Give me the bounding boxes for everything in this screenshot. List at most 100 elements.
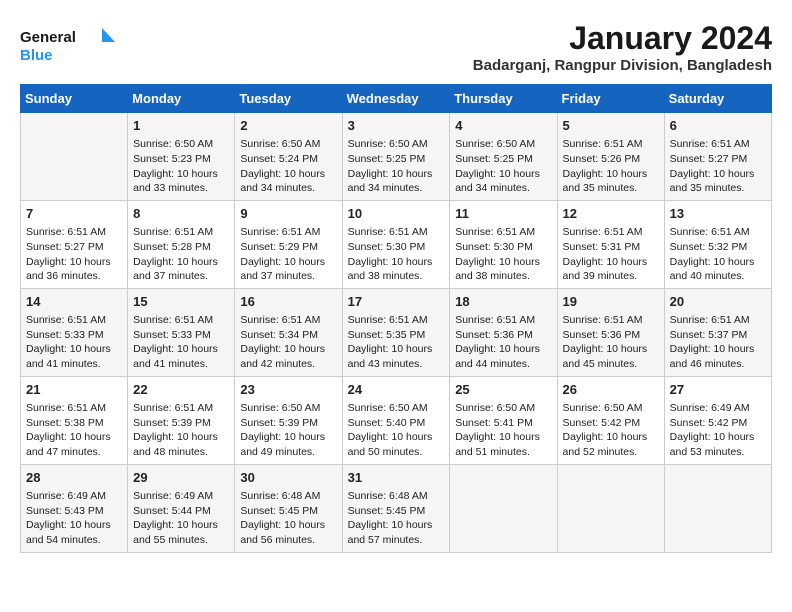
day-number: 30	[240, 469, 336, 487]
day-number: 6	[670, 117, 766, 135]
calendar-cell: 30 Sunrise: 6:48 AM Sunset: 5:45 PM Dayli…	[235, 464, 342, 552]
day-info: Sunrise: 6:51 AM Sunset: 5:39 PM Dayligh…	[133, 401, 229, 460]
day-info: Sunrise: 6:51 AM Sunset: 5:37 PM Dayligh…	[670, 313, 766, 372]
day-number: 1	[133, 117, 229, 135]
day-info: Sunrise: 6:50 AM Sunset: 5:40 PM Dayligh…	[348, 401, 445, 460]
week-row-5: 28 Sunrise: 6:49 AM Sunset: 5:43 PM Dayli…	[21, 464, 772, 552]
calendar-cell: 9 Sunrise: 6:51 AM Sunset: 5:29 PM Daylig…	[235, 200, 342, 288]
calendar-cell: 17Sunrise: 6:51 AM Sunset: 5:35 PM Dayli…	[342, 288, 450, 376]
day-number: 20	[670, 293, 766, 311]
day-number: 14	[26, 293, 122, 311]
day-info: Sunrise: 6:51 AM Sunset: 5:33 PM Dayligh…	[133, 313, 229, 372]
day-info: Sunrise: 6:51 AM Sunset: 5:27 PM Dayligh…	[26, 225, 122, 284]
day-info: Sunrise: 6:50 AM Sunset: 5:25 PM Dayligh…	[348, 137, 445, 196]
calendar-cell: 8 Sunrise: 6:51 AM Sunset: 5:28 PM Daylig…	[128, 200, 235, 288]
day-info: Sunrise: 6:51 AM Sunset: 5:29 PM Dayligh…	[240, 225, 336, 284]
day-number: 24	[348, 381, 445, 399]
weekday-header-saturday: Saturday	[664, 85, 771, 113]
calendar-cell: 19 Sunrise: 6:51 AM Sunset: 5:36 PM Dayli…	[557, 288, 664, 376]
weekday-header-sunday: Sunday	[21, 85, 128, 113]
day-info: Sunrise: 6:50 AM Sunset: 5:42 PM Dayligh…	[563, 401, 659, 460]
month-title: January 2024	[473, 20, 772, 57]
day-info: Sunrise: 6:51 AM Sunset: 5:32 PM Dayligh…	[670, 225, 766, 284]
calendar-cell: 5Sunrise: 6:51 AM Sunset: 5:26 PM Daylig…	[557, 113, 664, 201]
calendar-cell: 10 Sunrise: 6:51 AM Sunset: 5:30 PM Dayli…	[342, 200, 450, 288]
calendar-cell: 31Sunrise: 6:48 AM Sunset: 5:45 PM Dayli…	[342, 464, 450, 552]
weekday-header-friday: Friday	[557, 85, 664, 113]
day-number: 21	[26, 381, 122, 399]
day-info: Sunrise: 6:49 AM Sunset: 5:43 PM Dayligh…	[26, 489, 122, 548]
weekday-header-thursday: Thursday	[450, 85, 557, 113]
calendar-cell: 25 Sunrise: 6:50 AM Sunset: 5:41 PM Dayli…	[450, 376, 557, 464]
day-info: Sunrise: 6:51 AM Sunset: 5:30 PM Dayligh…	[455, 225, 551, 284]
day-info: Sunrise: 6:49 AM Sunset: 5:42 PM Dayligh…	[670, 401, 766, 460]
day-info: Sunrise: 6:50 AM Sunset: 5:39 PM Dayligh…	[240, 401, 336, 460]
day-number: 2	[240, 117, 336, 135]
calendar-cell: 16Sunrise: 6:51 AM Sunset: 5:34 PM Dayli…	[235, 288, 342, 376]
page-header: General Blue January 2024 Badarganj, Ran…	[20, 20, 772, 74]
day-number: 7	[26, 205, 122, 223]
day-info: Sunrise: 6:50 AM Sunset: 5:24 PM Dayligh…	[240, 137, 336, 196]
weekday-header-row: SundayMondayTuesdayWednesdayThursdayFrid…	[21, 85, 772, 113]
calendar-table: SundayMondayTuesdayWednesdayThursdayFrid…	[20, 84, 772, 553]
day-number: 22	[133, 381, 229, 399]
day-info: Sunrise: 6:51 AM Sunset: 5:34 PM Dayligh…	[240, 313, 336, 372]
calendar-cell: 20 Sunrise: 6:51 AM Sunset: 5:37 PM Dayli…	[664, 288, 771, 376]
calendar-cell: 21 Sunrise: 6:51 AM Sunset: 5:38 PM Dayli…	[21, 376, 128, 464]
calendar-cell: 1 Sunrise: 6:50 AM Sunset: 5:23 PM Daylig…	[128, 113, 235, 201]
day-number: 11	[455, 205, 551, 223]
calendar-cell: 29Sunrise: 6:49 AM Sunset: 5:44 PM Dayli…	[128, 464, 235, 552]
day-number: 19	[563, 293, 659, 311]
day-number: 13	[670, 205, 766, 223]
calendar-cell: 22 Sunrise: 6:51 AM Sunset: 5:39 PM Dayli…	[128, 376, 235, 464]
week-row-2: 7 Sunrise: 6:51 AM Sunset: 5:27 PM Daylig…	[21, 200, 772, 288]
day-info: Sunrise: 6:49 AM Sunset: 5:44 PM Dayligh…	[133, 489, 229, 548]
day-info: Sunrise: 6:51 AM Sunset: 5:27 PM Dayligh…	[670, 137, 766, 196]
week-row-4: 21 Sunrise: 6:51 AM Sunset: 5:38 PM Dayli…	[21, 376, 772, 464]
day-number: 31	[348, 469, 445, 487]
calendar-cell: 7 Sunrise: 6:51 AM Sunset: 5:27 PM Daylig…	[21, 200, 128, 288]
day-number: 28	[26, 469, 122, 487]
day-number: 8	[133, 205, 229, 223]
calendar-cell: 12 Sunrise: 6:51 AM Sunset: 5:31 PM Dayli…	[557, 200, 664, 288]
week-row-1: 1 Sunrise: 6:50 AM Sunset: 5:23 PM Daylig…	[21, 113, 772, 201]
calendar-cell	[21, 113, 128, 201]
day-number: 10	[348, 205, 445, 223]
title-block: January 2024 Badarganj, Rangpur Division…	[473, 20, 772, 74]
day-number: 12	[563, 205, 659, 223]
calendar-cell: 24 Sunrise: 6:50 AM Sunset: 5:40 PM Dayli…	[342, 376, 450, 464]
svg-text:Blue: Blue	[20, 47, 53, 64]
calendar-cell: 14 Sunrise: 6:51 AM Sunset: 5:33 PM Dayli…	[21, 288, 128, 376]
day-info: Sunrise: 6:51 AM Sunset: 5:28 PM Dayligh…	[133, 225, 229, 284]
calendar-cell: 4 Sunrise: 6:50 AM Sunset: 5:25 PM Daylig…	[450, 113, 557, 201]
calendar-cell: 3 Sunrise: 6:50 AM Sunset: 5:25 PM Daylig…	[342, 113, 450, 201]
calendar-cell: 28 Sunrise: 6:49 AM Sunset: 5:43 PM Dayli…	[21, 464, 128, 552]
week-row-3: 14 Sunrise: 6:51 AM Sunset: 5:33 PM Dayli…	[21, 288, 772, 376]
calendar-cell: 27Sunrise: 6:49 AM Sunset: 5:42 PM Dayli…	[664, 376, 771, 464]
day-number: 15	[133, 293, 229, 311]
calendar-cell: 18Sunrise: 6:51 AM Sunset: 5:36 PM Dayli…	[450, 288, 557, 376]
day-info: Sunrise: 6:50 AM Sunset: 5:25 PM Dayligh…	[455, 137, 551, 196]
svg-text:General: General	[20, 29, 76, 46]
calendar-cell: 13 Sunrise: 6:51 AM Sunset: 5:32 PM Dayli…	[664, 200, 771, 288]
day-info: Sunrise: 6:50 AM Sunset: 5:23 PM Dayligh…	[133, 137, 229, 196]
day-info: Sunrise: 6:51 AM Sunset: 5:30 PM Dayligh…	[348, 225, 445, 284]
weekday-header-wednesday: Wednesday	[342, 85, 450, 113]
day-info: Sunrise: 6:51 AM Sunset: 5:36 PM Dayligh…	[563, 313, 659, 372]
subtitle: Badarganj, Rangpur Division, Bangladesh	[473, 57, 772, 74]
calendar-cell: 15 Sunrise: 6:51 AM Sunset: 5:33 PM Dayli…	[128, 288, 235, 376]
day-info: Sunrise: 6:51 AM Sunset: 5:36 PM Dayligh…	[455, 313, 551, 372]
day-number: 9	[240, 205, 336, 223]
day-info: Sunrise: 6:48 AM Sunset: 5:45 PM Dayligh…	[240, 489, 336, 548]
day-info: Sunrise: 6:51 AM Sunset: 5:38 PM Dayligh…	[26, 401, 122, 460]
calendar-cell: 11 Sunrise: 6:51 AM Sunset: 5:30 PM Dayli…	[450, 200, 557, 288]
day-info: Sunrise: 6:51 AM Sunset: 5:31 PM Dayligh…	[563, 225, 659, 284]
calendar-cell	[664, 464, 771, 552]
day-info: Sunrise: 6:50 AM Sunset: 5:41 PM Dayligh…	[455, 401, 551, 460]
day-info: Sunrise: 6:51 AM Sunset: 5:33 PM Dayligh…	[26, 313, 122, 372]
day-number: 3	[348, 117, 445, 135]
logo-svg: General Blue	[20, 20, 120, 70]
day-number: 4	[455, 117, 551, 135]
day-number: 25	[455, 381, 551, 399]
calendar-cell: 26Sunrise: 6:50 AM Sunset: 5:42 PM Dayli…	[557, 376, 664, 464]
